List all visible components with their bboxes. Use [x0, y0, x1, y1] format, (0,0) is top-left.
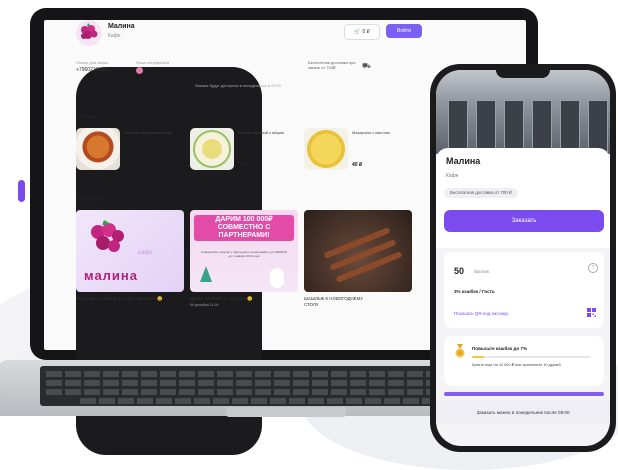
boost-description: Купите ещё на 10 000 ₽ или пригласите 10… — [472, 363, 561, 367]
accent-bar — [18, 180, 25, 202]
dish-price: 85 ₽ — [124, 162, 135, 168]
snowman-icon — [270, 268, 284, 288]
boost-progress — [472, 356, 590, 358]
scroll-indicator — [444, 392, 604, 396]
delivery-chip: Бесплатная доставка от 700 ₽ — [444, 188, 518, 198]
site-header: Малина Кафе 🛒 0 ₽ Войти — [76, 20, 436, 60]
window-shape — [504, 100, 524, 152]
raspberry-logo-icon — [76, 20, 102, 46]
christmas-tree-icon — [200, 266, 212, 282]
news-date: 09 декабря 11:16 — [190, 303, 219, 307]
cafe-name: Малина — [446, 156, 481, 166]
dish-name: Солянка сборная мясная — [124, 130, 171, 135]
cafe-type: Кафе — [446, 173, 459, 179]
points-value: 50 — [454, 266, 465, 276]
login-button[interactable]: Войти — [386, 24, 422, 38]
cashback-level: 3% кэшбэк / Гость — [454, 289, 495, 294]
news-caption: Выиграйте 100000₽ от кафе «Малина» 😉 — [76, 296, 163, 301]
trackpad — [226, 407, 346, 417]
dish-name: Макароны с маслом — [352, 130, 390, 135]
menu-item[interactable]: Макароны с маслом 40 ₽ — [304, 128, 418, 172]
promo-fine-print: Совершайте покупки у партнеров и выигрыв… — [200, 250, 288, 258]
cashback-boost-card — [444, 336, 604, 386]
order-availability-note: Заказы будут доступны в понедельник в 09… — [195, 83, 281, 88]
delivery-info: Бесплатная доставка при заказе от 700₽ — [308, 60, 356, 70]
key-row — [80, 398, 486, 404]
news-caption: ШАШЛЫК К НОВОГОДНЕМУ СТОЛУ — [304, 296, 364, 307]
medal-icon — [455, 344, 465, 358]
menu-item[interactable]: Бульон куриный с яйцом 55 ₽ — [190, 128, 304, 172]
info-row: Номер для связи +79602201301 Язык интерф… — [76, 60, 436, 455]
boost-progress-fill — [472, 356, 484, 358]
news-card[interactable]: ДАРИМ 100 000₽ СОВМЕСТНО С ПАРТНЕРАМИ! С… — [190, 210, 298, 292]
cart-button[interactable]: 🛒 0 ₽ — [344, 24, 380, 40]
dish-name: Бульон куриный с яйцом — [238, 130, 284, 135]
window-shape — [448, 100, 468, 152]
brand-name: Малина — [108, 23, 135, 30]
skewer-image — [335, 251, 403, 283]
delivery-truck-icon: ⛟ — [362, 63, 371, 70]
window-shape — [476, 100, 496, 152]
cart-icon: 🛒 — [354, 29, 361, 35]
qr-code-icon[interactable] — [587, 308, 596, 317]
help-icon[interactable]: ? — [588, 263, 598, 273]
news-logo-subtitle: кафе — [138, 250, 153, 256]
news-section-title: Новости — [76, 196, 106, 203]
menu-section-title: Меню — [76, 114, 96, 121]
news-card[interactable] — [304, 210, 412, 292]
phone-screen: Малина Кафе Бесплатная доставка от 700 ₽… — [436, 70, 610, 446]
dish-photo — [190, 128, 234, 170]
dish-photo — [304, 128, 348, 170]
menu-item[interactable]: Солянка сборная мясная 85 ₽ — [76, 128, 190, 172]
dish-price: 40 ₽ — [352, 162, 363, 168]
raspberry-icon — [91, 220, 124, 252]
language-label: Язык интерфейса — [136, 60, 170, 65]
window-shape — [588, 100, 608, 152]
show-qr-link[interactable]: Показать QR-код кассиру — [454, 311, 508, 316]
window-shape — [560, 100, 580, 152]
order-button[interactable]: Заказать — [444, 210, 604, 232]
window-shape — [532, 100, 552, 152]
boost-title: Повысьте кэшбэк до 7% — [472, 346, 528, 351]
language-flag-icon[interactable] — [136, 67, 143, 74]
news-logo-text: малина — [84, 268, 139, 283]
dish-photo — [76, 128, 120, 170]
restaurant-photo — [436, 70, 610, 154]
promo-headline: ДАРИМ 100 000₽ СОВМЕСТНО С ПАРТНЕРАМИ! — [215, 216, 273, 239]
phone-label: Номер для связи — [76, 60, 108, 65]
points-label: баллов — [474, 269, 489, 274]
cart-total: 0 ₽ — [362, 29, 370, 35]
news-caption: Дарим 100000₽ за покупки! 😊 09 декабря 1… — [190, 296, 298, 308]
brand-type: Кафе — [108, 33, 121, 39]
news-card[interactable]: кафе малина — [76, 210, 184, 292]
order-availability-footer: Заказать можно в понедельник после 09:00 — [436, 400, 610, 424]
phone-notch — [496, 70, 550, 78]
dish-price: 55 ₽ — [238, 162, 249, 168]
